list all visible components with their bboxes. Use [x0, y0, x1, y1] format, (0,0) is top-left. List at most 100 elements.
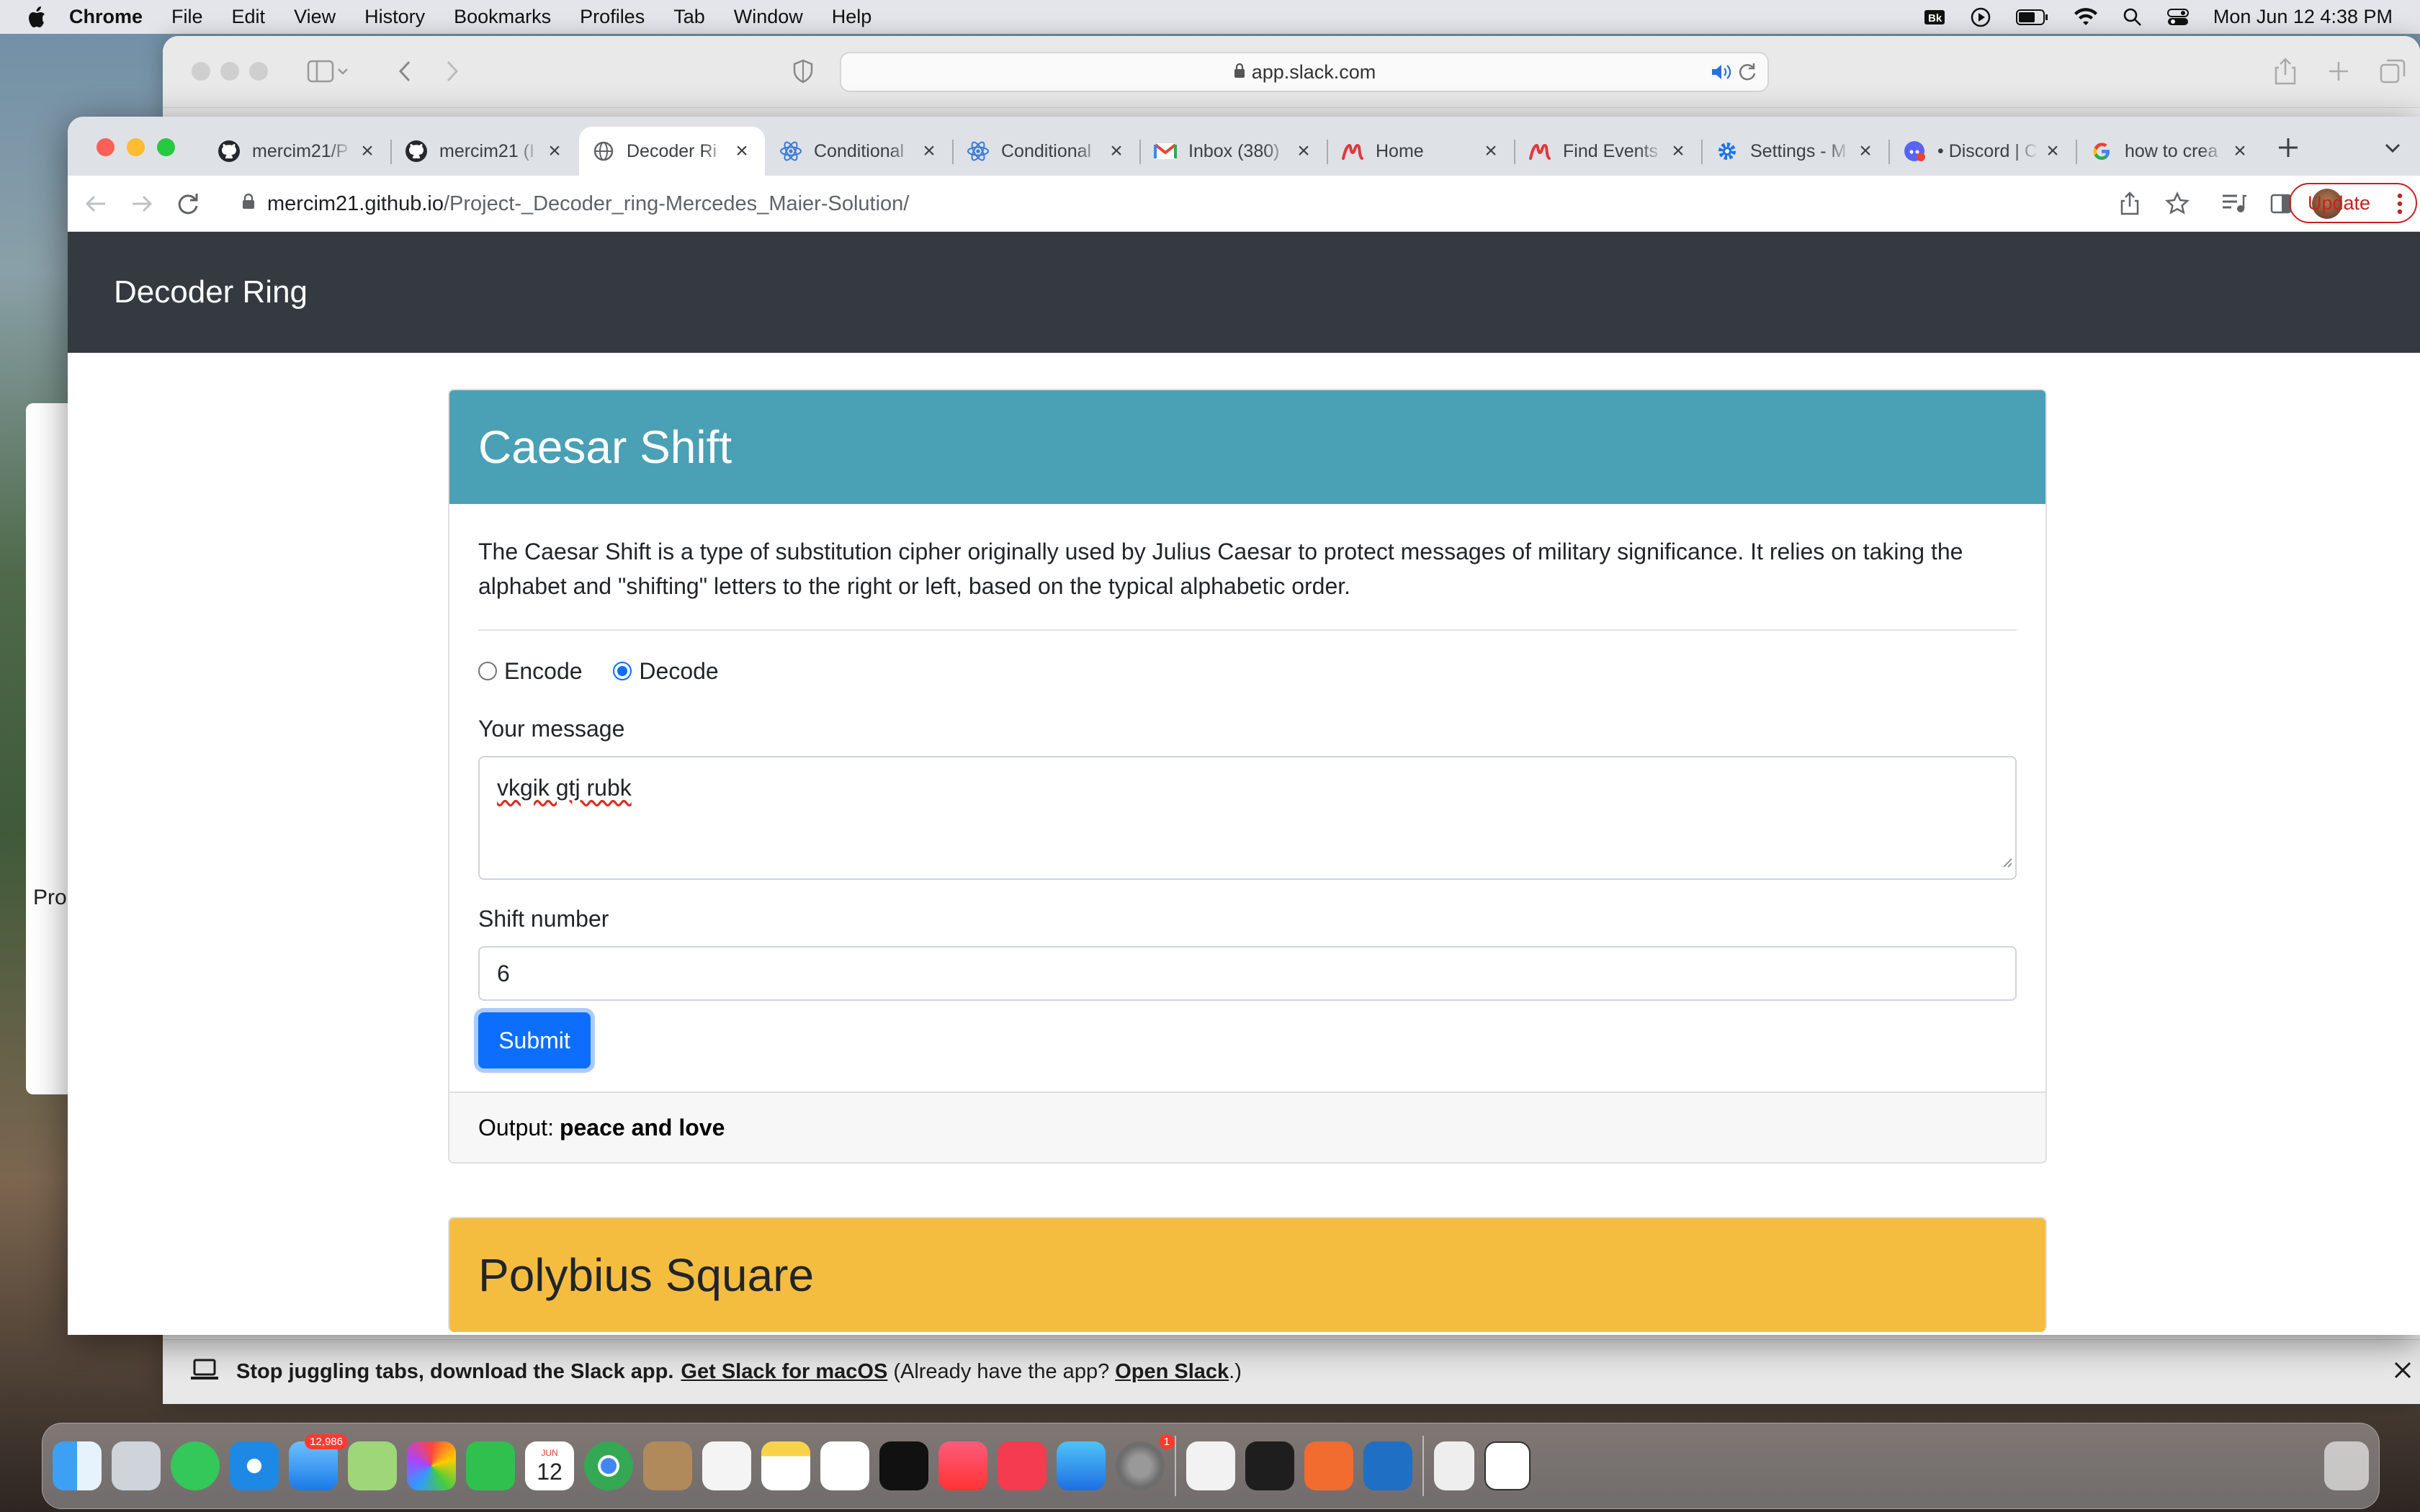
new-tab-icon[interactable] — [2328, 60, 2349, 86]
close-tab-icon[interactable]: × — [1106, 139, 1126, 163]
close-banner-icon[interactable] — [2393, 1360, 2413, 1386]
maps-icon[interactable] — [348, 1441, 397, 1490]
app-store-icon[interactable] — [1057, 1441, 1106, 1490]
share-icon[interactable] — [2273, 58, 2298, 89]
launchpad-icon[interactable] — [112, 1441, 161, 1490]
decode-radio[interactable] — [613, 662, 632, 680]
menu-edit[interactable]: Edit — [232, 6, 266, 28]
tab-meetup-find-events[interactable]: Find Events × — [1515, 127, 1701, 176]
get-slack-link[interactable]: Get Slack for macOS — [681, 1360, 887, 1384]
encode-option[interactable]: Encode — [478, 654, 583, 688]
contacts-icon[interactable] — [643, 1441, 692, 1490]
document-thumbnail[interactable] — [1484, 1441, 1531, 1490]
chrome-icon[interactable] — [584, 1441, 633, 1490]
menu-profiles[interactable]: Profiles — [580, 6, 645, 28]
menu-history[interactable]: History — [364, 6, 425, 28]
messages-icon[interactable] — [171, 1441, 220, 1490]
close-window-button[interactable] — [97, 138, 115, 156]
menubar-clock[interactable]: Mon Jun 12 4:38 PM — [2213, 6, 2393, 28]
media-controls-icon[interactable] — [2221, 193, 2247, 218]
terminal-icon[interactable] — [1245, 1441, 1294, 1490]
tab-gmail-inbox[interactable]: Inbox (380) × — [1141, 127, 1327, 176]
bartender-icon[interactable]: Bk — [1924, 8, 1945, 27]
reload-icon[interactable] — [176, 192, 200, 220]
tab-github-1[interactable]: mercim21/P × — [205, 127, 390, 176]
resize-handle-icon[interactable] — [2001, 842, 2012, 877]
menu-view[interactable]: View — [294, 6, 336, 28]
calendar-icon[interactable]: JUN 12 — [525, 1441, 574, 1490]
kebab-menu-icon[interactable] — [2397, 193, 2403, 220]
update-button[interactable]: Update — [2289, 183, 2417, 223]
notes-icon[interactable] — [761, 1441, 810, 1490]
facetime-icon[interactable] — [466, 1441, 515, 1490]
menu-chrome[interactable]: Chrome — [69, 6, 143, 28]
encode-radio[interactable] — [478, 662, 497, 680]
tab-overview-icon[interactable] — [2380, 59, 2406, 87]
control-center-icon[interactable] — [2166, 8, 2189, 27]
slack-address-bar[interactable]: app.slack.com — [840, 52, 1769, 92]
apple-icon[interactable] — [26, 6, 48, 29]
new-tab-plus-icon[interactable] — [2277, 137, 2299, 162]
close-tab-icon[interactable]: × — [1294, 139, 1314, 163]
close-tab-icon[interactable]: × — [732, 139, 752, 163]
submit-button[interactable]: Submit — [478, 1012, 591, 1068]
menu-tab[interactable]: Tab — [673, 6, 705, 28]
forward-arrow-icon[interactable] — [444, 59, 461, 87]
open-slack-link[interactable]: Open Slack — [1115, 1360, 1229, 1384]
close-tab-icon[interactable]: × — [544, 139, 565, 163]
close-tab-icon[interactable]: × — [1668, 139, 1688, 163]
vscode-icon[interactable] — [1363, 1441, 1412, 1490]
battery-icon[interactable] — [2015, 9, 2049, 26]
apple-tv-icon[interactable] — [879, 1441, 928, 1490]
freeform-icon[interactable] — [820, 1441, 869, 1490]
tab-conditional-1[interactable]: Conditional × — [766, 127, 952, 176]
sidebar-toggle-icon[interactable] — [307, 59, 350, 87]
bookmark-star-icon[interactable] — [2165, 192, 2190, 220]
close-tab-icon[interactable]: × — [1481, 139, 1501, 163]
close-tab-icon[interactable]: × — [357, 139, 377, 163]
tab-decoder-ring-active[interactable]: Decoder Ri × — [579, 127, 765, 176]
address-bar[interactable]: mercim21.github.io /Project-_Decoder_rin… — [223, 181, 2182, 226]
back-arrow-icon[interactable] — [84, 192, 108, 220]
tab-github-2[interactable]: mercim21 (I × — [392, 127, 578, 176]
message-textarea[interactable]: vkgik gtj rubk — [478, 756, 2017, 880]
news-icon[interactable] — [998, 1441, 1047, 1490]
forward-arrow-icon[interactable] — [130, 192, 154, 220]
menu-help[interactable]: Help — [832, 6, 872, 28]
system-settings-icon[interactable]: 1 — [1116, 1434, 1175, 1490]
wifi-icon[interactable] — [2074, 7, 2098, 27]
shift-number-input[interactable]: 6 — [478, 946, 2017, 1001]
back-arrow-icon[interactable] — [396, 59, 413, 87]
close-tab-icon[interactable]: × — [2043, 139, 2063, 163]
trash-icon[interactable] — [2324, 1441, 2369, 1490]
safari-icon[interactable] — [230, 1441, 279, 1490]
close-tab-icon[interactable]: × — [2230, 139, 2250, 163]
decode-option[interactable]: Decode — [613, 654, 719, 688]
tab-settings[interactable]: Settings - M × — [1703, 127, 1888, 176]
menu-bookmarks[interactable]: Bookmarks — [454, 6, 551, 28]
tab-search-chevron-icon[interactable] — [2384, 141, 2401, 159]
mail-icon[interactable]: 12,986 — [289, 1434, 348, 1490]
finder-icon[interactable] — [53, 1441, 102, 1490]
play-icon[interactable] — [1970, 6, 1991, 28]
music-icon[interactable] — [938, 1441, 987, 1490]
menu-window[interactable]: Window — [734, 6, 803, 28]
menu-file[interactable]: File — [171, 6, 203, 28]
navbar-brand[interactable]: Decoder Ring — [114, 274, 308, 310]
spotlight-search-icon[interactable] — [2123, 7, 2143, 27]
pages-icon[interactable] — [1304, 1441, 1353, 1490]
tab-discord[interactable]: • Discord | C × — [1890, 127, 2076, 176]
privacy-shield-icon[interactable] — [792, 59, 814, 87]
reload-icon[interactable] — [1737, 62, 1757, 87]
minimize-window-button[interactable] — [127, 138, 145, 156]
tab-google-search[interactable]: how to crea × — [2077, 127, 2263, 176]
textedit-icon[interactable] — [1186, 1441, 1235, 1490]
close-tab-icon[interactable]: × — [1855, 139, 1876, 163]
reminders-icon[interactable] — [702, 1441, 751, 1490]
zoom-window-button[interactable] — [157, 138, 175, 156]
photos-icon[interactable] — [407, 1441, 456, 1490]
audio-playing-icon[interactable] — [1710, 62, 1731, 87]
tab-meetup-home[interactable]: Home × — [1328, 127, 1514, 176]
close-tab-icon[interactable]: × — [919, 139, 939, 163]
share-icon[interactable] — [2119, 192, 2141, 220]
